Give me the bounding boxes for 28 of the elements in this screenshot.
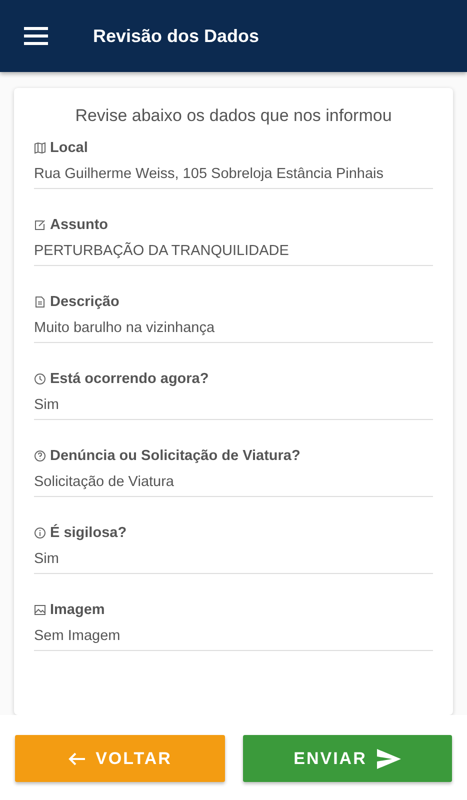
field-value: Muito barulho na vizinhança (34, 320, 216, 336)
field-value: Sim (34, 551, 60, 567)
field-value: PERTURBAÇÃO DA TRANQUILIDADE (34, 243, 290, 259)
field-label: Assunto (50, 217, 108, 233)
field-label: É sigilosa? (50, 525, 127, 541)
field-label: Está ocorrendo agora? (50, 371, 209, 387)
field-label: Imagem (50, 602, 105, 618)
screen-title: Revisão dos Dados (93, 26, 260, 46)
arrow-left-icon (68, 752, 86, 766)
map-icon (34, 142, 46, 154)
send-icon (376, 748, 401, 768)
edit-icon (34, 219, 46, 231)
send-button[interactable]: ENVIAR (242, 735, 452, 782)
menu-icon[interactable] (24, 27, 48, 45)
info-icon (34, 527, 46, 539)
field-value: Sem Imagem (34, 628, 122, 644)
image-icon (34, 604, 46, 616)
field-label: Descrição (50, 294, 120, 310)
field-label: Local (50, 140, 88, 156)
field-value: Solicitação de Viatura (34, 474, 175, 490)
field-value: Sim (34, 397, 60, 413)
field-label: Denúncia ou Solicitação de Viatura? (50, 448, 300, 464)
card-heading: Revise abaixo os dados que nos informou (74, 106, 393, 126)
document-icon (34, 296, 46, 308)
clock-icon (34, 373, 46, 385)
field-value: Rua Guilherme Weiss, 105 Sobreloja Estância Pinhais (34, 166, 385, 182)
back-button[interactable]: VOLTAR (15, 735, 224, 782)
help-icon (34, 450, 46, 462)
